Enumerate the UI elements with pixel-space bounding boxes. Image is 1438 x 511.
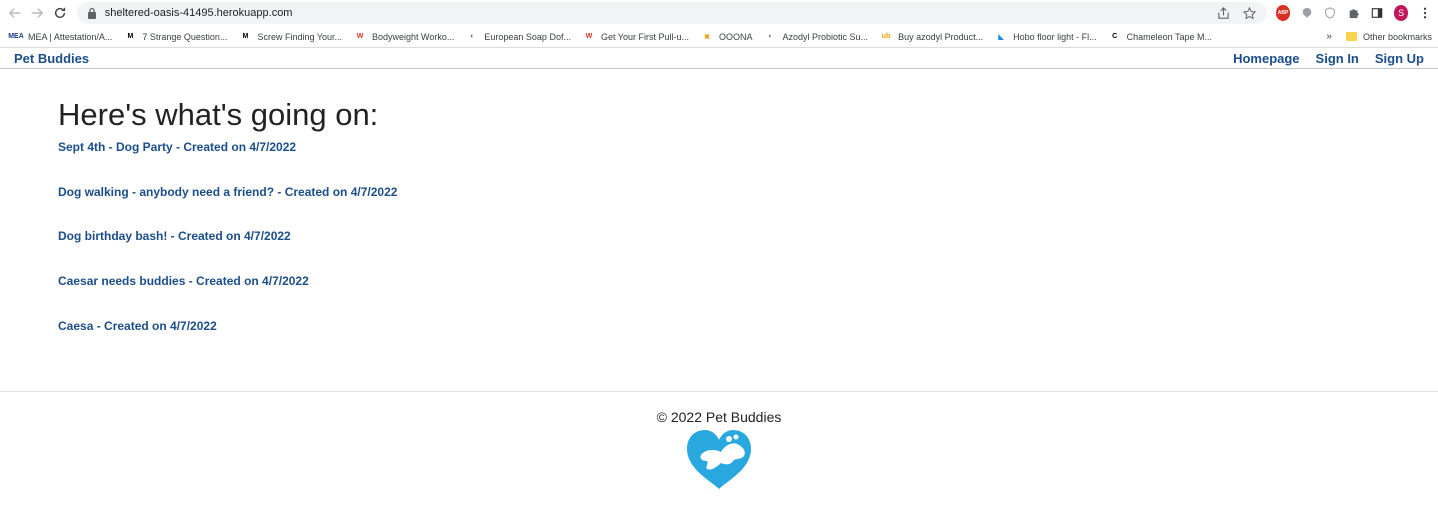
event-link[interactable]: Caesa - Created on 4/7/2022 xyxy=(58,318,1438,363)
bookmarks-overflow-button[interactable]: » xyxy=(1326,31,1332,42)
bookmark-label: Azodyl Probiotic Su... xyxy=(782,31,869,42)
bookmark-favicon-icon: W xyxy=(356,33,364,40)
shield-icon[interactable] xyxy=(1323,5,1338,21)
bookmark-label: European Soap Dof... xyxy=(484,31,571,42)
forward-icon[interactable] xyxy=(28,3,46,23)
bookmark-label: Get Your First Pull-u... xyxy=(600,31,689,42)
share-icon[interactable] xyxy=(1217,6,1231,20)
bookmark-favicon-icon: M xyxy=(127,33,134,40)
bookmark-label: MEA | Attestation/A... xyxy=(28,31,113,42)
bookmark-item[interactable]: ◐ Azodyl Probiotic Su... xyxy=(765,31,869,43)
event-list: Sept 4th - Dog Party - Created on 4/7/20… xyxy=(58,139,1438,362)
site-navbar: Pet Buddies Homepage Sign In Sign Up xyxy=(0,48,1438,69)
homepage-link[interactable]: Homepage xyxy=(1233,51,1299,66)
url-text: sheltered-oasis-41495.herokuapp.com xyxy=(104,7,293,19)
event-link[interactable]: Dog birthday bash! - Created on 4/7/2022 xyxy=(58,228,1438,273)
main-content: Here's what's going on: Sept 4th - Dog P… xyxy=(0,69,1438,391)
bookmark-favicon-icon: ub xyxy=(881,33,891,40)
bookmark-favicon-icon: ◐ xyxy=(768,33,773,40)
sign-in-link[interactable]: Sign In xyxy=(1316,51,1359,66)
bookmark-favicon-icon: C xyxy=(1112,33,1118,40)
pet-buddies-logo xyxy=(687,430,751,489)
bookmark-label: Screw Finding Your... xyxy=(257,31,343,42)
page-title: Here's what's going on: xyxy=(58,97,379,132)
bookmark-favicon-icon: ✖ xyxy=(704,33,710,41)
adblock-icon[interactable]: ABP xyxy=(1275,5,1291,21)
bookmark-item[interactable]: ub Buy azodyl Product... xyxy=(880,31,983,43)
bookmark-item[interactable]: W Bodyweight Worko... xyxy=(354,31,455,43)
brand-link[interactable]: Pet Buddies xyxy=(14,51,89,66)
event-link[interactable]: Caesar needs buddies - Created on 4/7/20… xyxy=(58,273,1438,318)
sign-up-link[interactable]: Sign Up xyxy=(1375,51,1424,66)
bookmark-item[interactable]: W Get Your First Pull-u... xyxy=(583,31,689,43)
lock-icon xyxy=(87,7,96,19)
bookmark-favicon-icon: M xyxy=(242,33,249,40)
other-bookmarks-folder[interactable]: Other bookmarks xyxy=(1345,31,1432,42)
bookmark-favicon-icon: MEA xyxy=(8,33,24,40)
browser-toolbar: sheltered-oasis-41495.herokuapp.com ABP … xyxy=(0,0,1438,26)
event-link[interactable]: Sept 4th - Dog Party - Created on 4/7/20… xyxy=(58,139,1438,184)
bookmark-item[interactable]: ✖ OOONA xyxy=(701,31,753,43)
bookmark-favicon-icon: ◐ xyxy=(470,33,475,40)
menu-dots-icon[interactable] xyxy=(1417,5,1432,21)
reload-icon[interactable] xyxy=(51,3,69,23)
bookmark-item[interactable]: ◐ European Soap Dof... xyxy=(466,31,571,43)
bookmark-item[interactable]: C Chameleon Tape M... xyxy=(1109,31,1212,43)
back-icon[interactable] xyxy=(6,3,24,23)
event-link[interactable]: Dog walking - anybody need a friend? - C… xyxy=(58,184,1438,229)
nav-links: Homepage Sign In Sign Up xyxy=(1217,51,1424,66)
bookmark-item[interactable]: ◣ Hobo floor light - Fl... xyxy=(995,31,1097,43)
bookmark-label: 7 Strange Question... xyxy=(142,31,228,42)
bookmark-label: Chameleon Tape M... xyxy=(1126,31,1213,42)
profile-avatar[interactable]: S xyxy=(1393,5,1409,21)
bookmark-label: Buy azodyl Product... xyxy=(898,31,984,42)
other-bookmarks-label: Other bookmarks xyxy=(1362,31,1432,42)
address-bar[interactable]: sheltered-oasis-41495.herokuapp.com xyxy=(76,2,1267,24)
folder-icon xyxy=(1345,32,1357,41)
bookmark-label: Hobo floor light - Fl... xyxy=(1013,31,1097,42)
copyright-text: © 2022 Pet Buddies xyxy=(656,409,782,425)
bookmark-item[interactable]: MEA MEA | Attestation/A... xyxy=(8,31,113,43)
bookmark-item[interactable]: M 7 Strange Question... xyxy=(124,31,227,43)
bookmark-label: OOONA xyxy=(719,31,753,42)
bookmark-favicon-icon: ◣ xyxy=(998,33,1004,41)
abp-label: ABP xyxy=(1277,10,1289,16)
bookmark-item[interactable]: M Screw Finding Your... xyxy=(239,31,342,43)
bookmarks-bar: MEA MEA | Attestation/A... M 7 Strange Ques… xyxy=(0,26,1438,48)
footer: © 2022 Pet Buddies xyxy=(0,392,1438,491)
star-icon[interactable] xyxy=(1243,6,1257,20)
extension-gray-icon[interactable] xyxy=(1299,5,1314,21)
side-panel-icon[interactable] xyxy=(1370,5,1385,21)
bookmark-label: Bodyweight Worko... xyxy=(372,31,455,42)
bookmark-favicon-icon: W xyxy=(585,33,593,40)
puzzle-icon[interactable] xyxy=(1347,5,1362,21)
